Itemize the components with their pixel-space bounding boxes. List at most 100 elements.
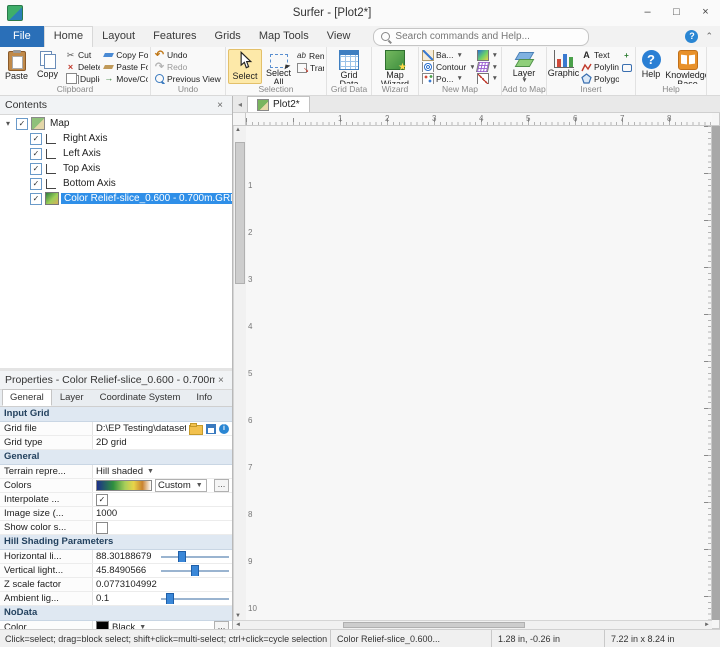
- expand-caret-icon[interactable]: ▾: [3, 119, 13, 128]
- property-value[interactable]: 45.8490566: [93, 565, 232, 576]
- vertical-scrollbar[interactable]: ▲ ▼: [233, 126, 246, 620]
- help-button[interactable]: Help: [637, 49, 666, 84]
- property-value[interactable]: D:\EP Testing\datasets\for GBJ - Suri: [93, 423, 232, 435]
- move-copy-button[interactable]: →Move/Copy: [102, 73, 148, 84]
- transform-button[interactable]: Transform: [295, 62, 324, 73]
- symbol-button[interactable]: +: [621, 50, 633, 61]
- vector-map-button[interactable]: ▼: [476, 73, 499, 84]
- property-value[interactable]: [93, 522, 232, 534]
- tree-item-map[interactable]: ▾✓Map: [0, 116, 232, 131]
- scroll-left-icon[interactable]: ◄: [235, 622, 241, 628]
- copy-format-button[interactable]: Copy Format: [102, 50, 148, 61]
- horizontal-scrollbar[interactable]: ◄ ►: [233, 620, 712, 629]
- rename-button[interactable]: abRename: [295, 50, 324, 61]
- ribbon-tab-map-tools[interactable]: Map Tools: [250, 26, 318, 47]
- rectangle-button[interactable]: [621, 62, 633, 73]
- cut-button[interactable]: ✂Cut: [64, 50, 100, 61]
- property-value[interactable]: 88.30188679: [93, 551, 232, 562]
- slider-thumb[interactable]: [178, 551, 186, 562]
- ribbon-tab-home[interactable]: Home: [44, 26, 93, 47]
- tree-item-right-axis[interactable]: ✓Right Axis: [0, 131, 232, 146]
- visibility-checkbox[interactable]: ✓: [30, 193, 42, 205]
- surface-map-button[interactable]: ▼: [476, 50, 499, 61]
- visibility-checkbox[interactable]: ✓: [16, 118, 28, 130]
- close-properties-icon[interactable]: ×: [215, 375, 227, 386]
- colormap-select[interactable]: Custom▼: [155, 479, 207, 492]
- more-button[interactable]: …: [214, 479, 229, 492]
- select-button[interactable]: Select: [228, 49, 262, 84]
- slider-thumb[interactable]: [191, 565, 199, 576]
- map-wizard-button[interactable]: Map Wizard: [377, 49, 413, 84]
- wireframe-map-button[interactable]: ▼: [476, 62, 499, 73]
- polygon-button[interactable]: Polygon: [580, 73, 619, 84]
- colormap-preview[interactable]: [96, 480, 152, 491]
- slider[interactable]: [161, 593, 229, 604]
- base-map-button[interactable]: Ba...▼: [421, 50, 474, 61]
- tree-item-color-relief-slice-0-600-0-700m-grd[interactable]: ✓Color Relief-slice_0.600 - 0.700m.GRD: [0, 191, 232, 206]
- ribbon-tab-features[interactable]: Features: [144, 26, 205, 47]
- knowledge-base-button[interactable]: Knowledge Base: [670, 49, 706, 84]
- text-button[interactable]: AText: [580, 50, 619, 61]
- graphic-button[interactable]: Graphic: [549, 49, 578, 84]
- horizontal-scroll-thumb[interactable]: [343, 622, 525, 628]
- visibility-checkbox[interactable]: ✓: [30, 148, 42, 160]
- property-value[interactable]: ✓: [93, 494, 232, 506]
- tab-file[interactable]: File: [0, 26, 44, 47]
- properties-tab-info[interactable]: Info: [188, 389, 220, 406]
- property-value[interactable]: 0.1: [93, 593, 232, 604]
- slider-thumb[interactable]: [166, 593, 174, 604]
- properties-tab-layer[interactable]: Layer: [52, 389, 92, 406]
- help-icon[interactable]: ?: [685, 30, 698, 43]
- property-value[interactable]: 1000: [93, 508, 232, 519]
- previous-view-button[interactable]: Previous View: [153, 73, 222, 84]
- layer-button[interactable]: Layer ▼: [506, 49, 542, 84]
- post-map-button[interactable]: Po...▼: [421, 73, 474, 84]
- property-value[interactable]: 0.0773104992: [93, 579, 232, 590]
- property-value[interactable]: Custom▼ …: [93, 479, 232, 492]
- scroll-up-icon[interactable]: ▲: [235, 127, 241, 133]
- paste-button[interactable]: Paste: [2, 49, 31, 84]
- property-value[interactable]: 2D grid: [93, 437, 232, 448]
- tab-scroll-left-icon[interactable]: ◂: [233, 97, 247, 112]
- visibility-checkbox[interactable]: ✓: [30, 163, 42, 175]
- info-icon[interactable]: i: [219, 424, 229, 434]
- tree-item-top-axis[interactable]: ✓Top Axis: [0, 161, 232, 176]
- properties-tab-general[interactable]: General: [2, 389, 52, 406]
- redo-button[interactable]: ↷Redo: [153, 62, 222, 73]
- copy-button[interactable]: Copy: [33, 49, 62, 84]
- tree-item-bottom-axis[interactable]: ✓Bottom Axis: [0, 176, 232, 191]
- select-all-button[interactable]: Select All ▼: [264, 49, 293, 84]
- ribbon-tab-grids[interactable]: Grids: [206, 26, 250, 47]
- document-tab-plot2[interactable]: Plot2*: [247, 96, 310, 112]
- scroll-right-icon[interactable]: ►: [704, 622, 710, 628]
- duplicate-button[interactable]: Duplicate: [64, 73, 100, 84]
- more-button[interactable]: …: [214, 621, 229, 629]
- command-search-input[interactable]: Search commands and Help...: [373, 28, 589, 46]
- paste-format-button[interactable]: Paste Format: [102, 62, 148, 73]
- maximize-button[interactable]: □: [662, 0, 691, 26]
- checkbox[interactable]: [96, 522, 108, 534]
- checkbox[interactable]: ✓: [96, 494, 108, 506]
- ribbon-tab-view[interactable]: View: [318, 26, 360, 47]
- collapse-ribbon-icon[interactable]: ⌃: [705, 31, 713, 42]
- vertical-scroll-thumb[interactable]: [235, 142, 245, 284]
- color-swatch[interactable]: [96, 621, 109, 629]
- property-value[interactable]: Black▼…: [93, 621, 232, 629]
- delete-button[interactable]: ×Delete: [64, 62, 100, 73]
- close-button[interactable]: ×: [691, 0, 720, 26]
- open-folder-icon[interactable]: [189, 425, 203, 435]
- tree-item-left-axis[interactable]: ✓Left Axis: [0, 146, 232, 161]
- visibility-checkbox[interactable]: ✓: [30, 178, 42, 190]
- visibility-checkbox[interactable]: ✓: [30, 133, 42, 145]
- dropdown-arrow-icon[interactable]: ▼: [146, 468, 155, 475]
- contour-map-button[interactable]: Contour▼: [421, 62, 474, 73]
- properties-tab-coordinate-system[interactable]: Coordinate System: [92, 389, 189, 406]
- ribbon-tab-layout[interactable]: Layout: [93, 26, 144, 47]
- close-contents-icon[interactable]: ×: [213, 100, 227, 111]
- save-grid-icon[interactable]: [206, 424, 216, 434]
- scroll-down-icon[interactable]: ▼: [235, 613, 241, 619]
- property-value[interactable]: Hill shaded▼: [93, 466, 232, 477]
- grid-data-button[interactable]: Grid Data: [331, 49, 367, 84]
- slider[interactable]: [161, 551, 229, 562]
- slider[interactable]: [161, 565, 229, 576]
